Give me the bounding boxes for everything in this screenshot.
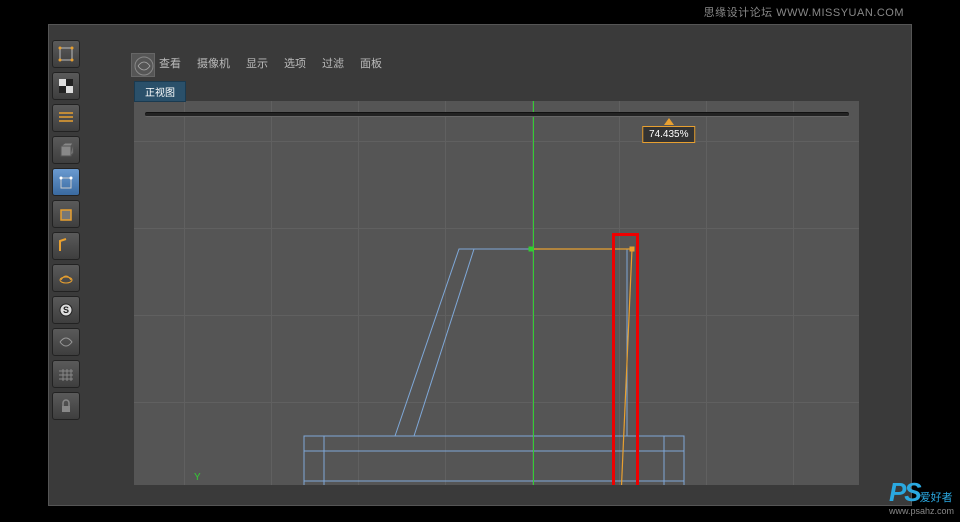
hud-slider[interactable]: 74.435%	[145, 109, 849, 119]
wireframe-geometry	[134, 101, 859, 485]
watermark-sub-text: 爱好者	[920, 492, 953, 504]
menu-options[interactable]: 选项	[284, 55, 306, 71]
tool-axis-mode[interactable]	[52, 264, 80, 292]
app-frame: 查看 摄像机 显示 选项 过滤 面板 正视图	[48, 24, 912, 506]
menu-view[interactable]: 查看	[159, 55, 181, 71]
viewport-menu-bar: 查看 摄像机 显示 选项 过滤 面板	[159, 55, 382, 71]
app-logo-icon	[131, 53, 155, 77]
annotation-highlight-box	[612, 233, 639, 485]
tool-polygons-mode[interactable]	[52, 232, 80, 260]
axis-y-line	[533, 101, 534, 485]
menu-cameras[interactable]: 摄像机	[197, 55, 230, 71]
tool-points-mode[interactable]	[52, 168, 80, 196]
spline-point-handle[interactable]	[529, 247, 534, 252]
watermark-logo-text: PS	[889, 477, 920, 507]
menu-panel[interactable]: 面板	[360, 55, 382, 71]
menu-filter[interactable]: 过滤	[322, 55, 344, 71]
tool-lattice-mode[interactable]	[52, 360, 80, 388]
tool-lock-mode[interactable]	[52, 392, 80, 420]
watermark-url: www.psahz.com	[889, 506, 954, 516]
slider-handle-icon[interactable]	[664, 118, 674, 125]
watermark: PS爱好者 www.psahz.com	[889, 477, 954, 516]
viewport-tab[interactable]: 正视图	[134, 81, 186, 102]
tool-tweak-mode[interactable]	[52, 328, 80, 356]
tool-workplane-mode[interactable]	[52, 136, 80, 164]
menu-display[interactable]: 显示	[246, 55, 268, 71]
tool-edges-mode[interactable]	[52, 200, 80, 228]
tool-texture-mode[interactable]	[52, 104, 80, 132]
slider-track[interactable]	[145, 112, 849, 117]
header-attribution: 思缘设计论坛 WWW.MISSYUAN.COM	[704, 4, 904, 20]
axis-y-label: Y	[194, 472, 201, 483]
viewport-front[interactable]: Y	[134, 101, 859, 485]
tool-model-mode[interactable]	[52, 72, 80, 100]
tool-make-editable[interactable]	[52, 40, 80, 68]
slider-value-readout: 74.435%	[642, 126, 695, 143]
svg-text:S: S	[63, 305, 69, 315]
tool-snap-mode[interactable]: S	[52, 296, 80, 324]
mode-toolbar: S	[52, 40, 80, 420]
